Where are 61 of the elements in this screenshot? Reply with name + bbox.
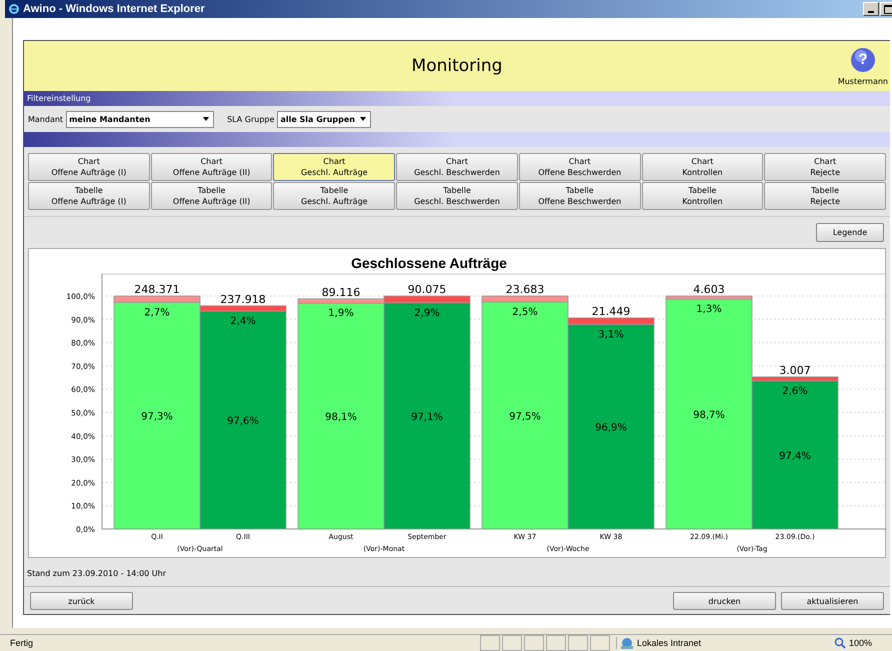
bar-total-label: 89.116 xyxy=(322,286,360,299)
view-tab[interactable]: Tabelle Kontrollen xyxy=(642,182,764,210)
browser-icon xyxy=(8,3,20,15)
view-tab[interactable]: Chart Offene Beschwerden xyxy=(518,153,641,181)
view-tab[interactable]: Chart Offene Aufträge (II) xyxy=(150,153,272,181)
bar-total-label: 4.603 xyxy=(693,283,725,296)
bar-value-label: 1,3% xyxy=(696,304,722,316)
bar-value-label: 1,9% xyxy=(328,308,354,320)
help-icon[interactable] xyxy=(850,47,876,73)
globe-icon xyxy=(620,637,634,649)
window-title: Awino - Windows Internet Explorer xyxy=(23,3,205,15)
view-tab[interactable]: Tabelle Offene Aufträge (II) xyxy=(150,182,272,210)
view-tab[interactable]: Chart Geschl. Beschwerden xyxy=(396,153,518,181)
action-button[interactable]: aktualisieren xyxy=(781,592,884,610)
bar-value-label: 98,7% xyxy=(693,410,725,422)
view-tab[interactable]: Tabelle Geschl. Beschwerden xyxy=(396,182,518,210)
bar-total-label: 90.075 xyxy=(408,283,446,296)
view-tab[interactable]: Tabelle Geschl. Aufträge xyxy=(273,182,396,210)
filter-label: SLA Gruppe xyxy=(227,114,274,124)
user-name: Mustermann xyxy=(838,77,888,86)
bar-total-label: 248.371 xyxy=(134,283,180,296)
bar-total-label: 3.007 xyxy=(779,364,811,377)
page-title: Monitoring xyxy=(412,56,502,76)
view-tab[interactable]: Chart Offene Aufträge (I) xyxy=(28,153,150,181)
filter-header: Filtereinstellung xyxy=(24,91,890,106)
bar-value-label: 2,7% xyxy=(144,307,170,318)
maximize-button[interactable] xyxy=(880,2,892,16)
view-tab[interactable]: Chart Geschl. Aufträge xyxy=(273,153,396,181)
filter-dropdown[interactable]: meine Mandanten xyxy=(66,110,214,128)
view-tab[interactable]: Tabelle Rejecte xyxy=(764,182,886,210)
bar-value-label: 97,3% xyxy=(141,412,173,423)
bar-value-label: 97,1% xyxy=(411,412,443,423)
timestamp-text: Stand zum 23.09.2010 - 14:00 Uhr xyxy=(24,558,890,587)
filter-label: Mandant xyxy=(28,114,64,124)
zoom-level[interactable]: 100% xyxy=(848,638,872,648)
filter-dropdown[interactable]: alle Sla Gruppen xyxy=(277,110,372,128)
bar-value-label: 97,6% xyxy=(227,416,259,428)
minimize-button[interactable] xyxy=(863,2,879,16)
chart-title: Geschlossene Aufträge xyxy=(351,255,507,271)
bar-total-label: 237.918 xyxy=(220,292,266,306)
bar-total-label: 21.449 xyxy=(592,304,630,318)
zoom-icon[interactable] xyxy=(834,637,846,649)
legend-button[interactable]: Legende xyxy=(816,223,884,242)
bar-value-label: 3,1% xyxy=(598,329,624,340)
bar-value-label: 2,5% xyxy=(512,306,538,318)
bar-value-label: 96,9% xyxy=(595,422,627,434)
bar-value-label: 97,5% xyxy=(509,411,541,422)
bar-value-label: 2,9% xyxy=(414,308,440,319)
view-tab[interactable]: Tabelle Offene Beschwerden xyxy=(518,182,641,210)
zone-text: Lokales Intranet xyxy=(637,638,702,648)
view-tab[interactable]: Chart Kontrollen xyxy=(642,153,764,181)
status-text: Fertig xyxy=(9,638,34,648)
bar-value-label: 97,4% xyxy=(779,450,811,462)
bar-total-label: 23.683 xyxy=(506,283,544,296)
bar-value-label: 98,1% xyxy=(325,412,357,424)
action-button[interactable]: drucken xyxy=(673,592,776,610)
bar-value-label: 2,6% xyxy=(782,386,808,397)
back-button[interactable]: zurück xyxy=(30,592,133,610)
bar-value-label: 2,4% xyxy=(230,316,256,328)
view-tab[interactable]: Tabelle Offene Aufträge (I) xyxy=(28,182,150,210)
view-tab[interactable]: Chart Rejecte xyxy=(764,153,886,181)
